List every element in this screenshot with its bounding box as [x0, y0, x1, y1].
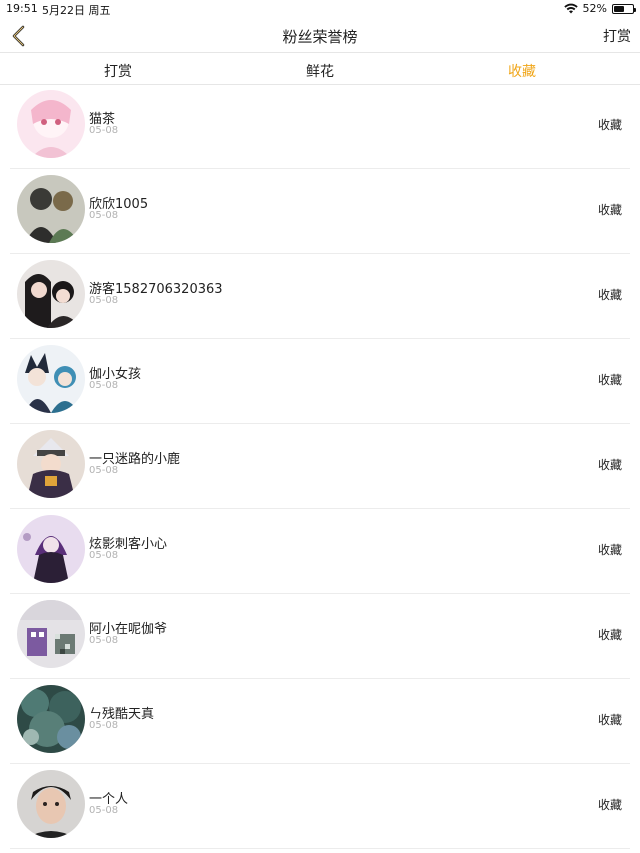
avatar — [17, 600, 85, 668]
list-item[interactable]: 阿小在呢伽爷 05-08 收藏 — [0, 594, 640, 679]
battery-percent: 52% — [582, 2, 607, 15]
status-date: 5月22日 周五 — [42, 4, 111, 17]
avatar — [17, 260, 85, 328]
tab-flowers[interactable]: 鲜花 — [306, 61, 334, 81]
favorite-label: 收藏 — [597, 118, 622, 132]
list-item[interactable]: 伽小女孩 05-08 收藏 — [0, 339, 640, 424]
list-item[interactable]: 欣欣1005 05-08 收藏 — [0, 169, 640, 254]
fan-date: 05-08 — [89, 805, 119, 816]
favorite-label: 收藏 — [597, 798, 622, 812]
fan-list: 猫茶 05-08 收藏 欣欣1005 05-08 收藏 游客1582706320… — [0, 84, 640, 849]
tab-bar: 打赏 鲜花 收藏 — [0, 53, 640, 85]
avatar — [17, 175, 85, 243]
favorite-label: 收藏 — [597, 458, 622, 472]
fan-date: 05-08 — [89, 635, 119, 646]
list-item[interactable]: 一只迷路的小鹿 05-08 收藏 — [0, 424, 640, 509]
status-bar: 19:51 5月22日 周五 52% — [0, 0, 640, 18]
favorite-label: 收藏 — [597, 713, 622, 727]
page-title: 粉丝荣誉榜 — [282, 28, 358, 46]
avatar — [17, 90, 85, 158]
avatar — [17, 430, 85, 498]
favorite-label: 收藏 — [597, 373, 622, 387]
avatar — [17, 770, 85, 838]
status-time: 19:51 — [6, 2, 38, 15]
favorite-label: 收藏 — [597, 203, 622, 217]
favorite-label: 收藏 — [597, 628, 622, 642]
tab-favorites[interactable]: 收藏 — [508, 61, 536, 81]
fan-date: 05-08 — [89, 295, 119, 306]
favorite-label: 收藏 — [597, 543, 622, 557]
fan-date: 05-08 — [89, 550, 119, 561]
fan-date: 05-08 — [89, 125, 119, 136]
avatar — [17, 685, 85, 753]
list-item[interactable]: 猫茶 05-08 收藏 — [0, 84, 640, 169]
wifi-icon — [563, 3, 578, 14]
list-item[interactable]: ㄣ残酷天真 05-08 收藏 — [0, 679, 640, 764]
nav-bar: 粉丝荣誉榜 打赏 — [0, 18, 640, 53]
list-item[interactable]: 游客1582706320363 05-08 收藏 — [0, 254, 640, 339]
list-item[interactable]: 一个人 05-08 收藏 — [0, 764, 640, 849]
fan-date: 05-08 — [89, 465, 119, 476]
status-right: 52% — [563, 2, 636, 15]
favorite-label: 收藏 — [597, 288, 622, 302]
reward-button[interactable]: 打赏 — [603, 26, 631, 46]
battery-icon — [612, 3, 636, 14]
fan-date: 05-08 — [89, 380, 119, 391]
fan-date: 05-08 — [89, 720, 119, 731]
avatar — [17, 515, 85, 583]
list-item[interactable]: 炫影刺客小心 05-08 收藏 — [0, 509, 640, 594]
fan-date: 05-08 — [89, 210, 119, 221]
tab-reward[interactable]: 打赏 — [104, 61, 132, 81]
avatar — [17, 345, 85, 413]
